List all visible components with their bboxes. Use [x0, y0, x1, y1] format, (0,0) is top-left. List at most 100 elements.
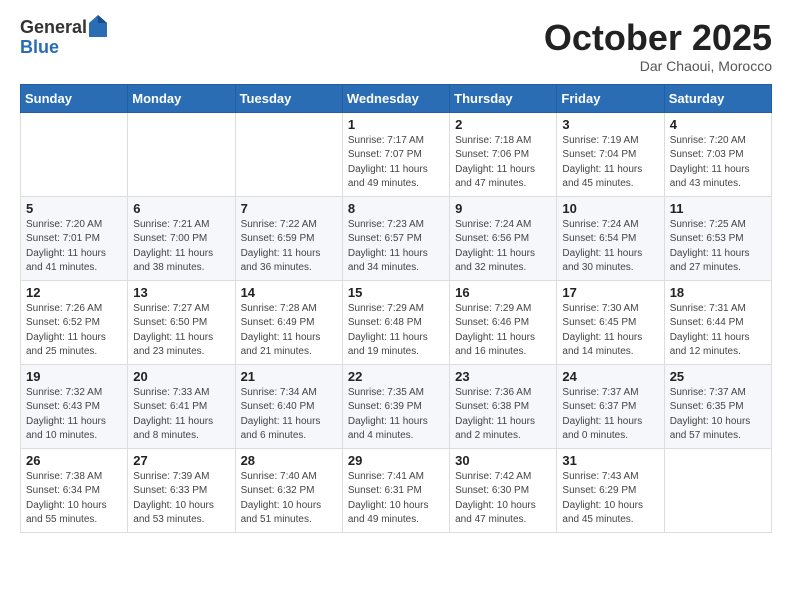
day-info: Sunrise: 7:29 AM Sunset: 6:46 PM Dayligh…	[455, 302, 551, 360]
calendar-cell: 14 Sunrise: 7:28 AM Sunset: 6:49 PM Dayli…	[235, 280, 342, 364]
logo: General Blue	[20, 18, 107, 58]
calendar-cell: 9 Sunrise: 7:24 AM Sunset: 6:56 PM Daylig…	[450, 196, 557, 280]
calendar-week-2: 5Sunrise: 7:20 AM Sunset: 7:01 PM Daylig…	[21, 196, 772, 280]
col-tuesday: Tuesday	[235, 84, 342, 112]
day-info: Sunrise: 7:25 AM Sunset: 6:53 PM Dayligh…	[670, 218, 766, 276]
day-info: Sunrise: 7:43 AM Sunset: 6:29 PM Dayligh…	[562, 470, 658, 528]
day-number: 30	[455, 453, 551, 468]
calendar-cell: 10 Sunrise: 7:24 AM Sunset: 6:54 PM Dayli…	[557, 196, 664, 280]
day-number: 2	[455, 117, 551, 132]
day-number: 9	[455, 201, 551, 216]
calendar-cell	[235, 112, 342, 196]
day-number: 22	[348, 369, 444, 384]
calendar-week-4: 19 Sunrise: 7:32 AM Sunset: 6:43 PM Dayli…	[21, 364, 772, 448]
calendar-cell: 29 Sunrise: 7:41 AM Sunset: 6:31 PM Dayli…	[342, 448, 449, 532]
day-info: Sunrise: 7:33 AM Sunset: 6:41 PM Dayligh…	[133, 386, 229, 444]
calendar-cell: 12Sunrise: 7:26 AM Sunset: 6:52 PM Dayli…	[21, 280, 128, 364]
col-sunday: Sunday	[21, 84, 128, 112]
day-info: Sunrise: 7:39 AM Sunset: 6:33 PM Dayligh…	[133, 470, 229, 528]
day-info: Sunrise: 7:19 AM Sunset: 7:04 PM Dayligh…	[562, 134, 658, 192]
col-wednesday: Wednesday	[342, 84, 449, 112]
calendar-cell: 26 Sunrise: 7:38 AM Sunset: 6:34 PM Dayli…	[21, 448, 128, 532]
day-info: Sunrise: 7:34 AM Sunset: 6:40 PM Dayligh…	[241, 386, 337, 444]
day-info: Sunrise: 7:20 AM Sunset: 7:01 PM Dayligh…	[26, 218, 122, 276]
day-number: 27	[133, 453, 229, 468]
day-number: 4	[670, 117, 766, 132]
day-number: 6	[133, 201, 229, 216]
calendar-cell: 11 Sunrise: 7:25 AM Sunset: 6:53 PM Dayli…	[664, 196, 771, 280]
day-number: 26	[26, 453, 122, 468]
calendar-cell	[21, 112, 128, 196]
day-info: Sunrise: 7:23 AM Sunset: 6:57 PM Dayligh…	[348, 218, 444, 276]
day-info: Sunrise: 7:24 AM Sunset: 6:54 PM Dayligh…	[562, 218, 658, 276]
calendar-cell: 28 Sunrise: 7:40 AM Sunset: 6:32 PM Dayli…	[235, 448, 342, 532]
day-info: Sunrise: 7:32 AM Sunset: 6:43 PM Dayligh…	[26, 386, 122, 444]
day-number: 23	[455, 369, 551, 384]
header: General Blue October 2025 Dar Chaoui, Mo…	[20, 18, 772, 74]
col-saturday: Saturday	[664, 84, 771, 112]
day-info: Sunrise: 7:29 AM Sunset: 6:48 PM Dayligh…	[348, 302, 444, 360]
calendar-header-row: Sunday Monday Tuesday Wednesday Thursday…	[21, 84, 772, 112]
calendar-cell: 6 Sunrise: 7:21 AM Sunset: 7:00 PM Daylig…	[128, 196, 235, 280]
calendar-week-1: 1Sunrise: 7:17 AM Sunset: 7:07 PM Daylig…	[21, 112, 772, 196]
calendar-cell: 25 Sunrise: 7:37 AM Sunset: 6:35 PM Dayli…	[664, 364, 771, 448]
day-info: Sunrise: 7:27 AM Sunset: 6:50 PM Dayligh…	[133, 302, 229, 360]
calendar-cell: 30 Sunrise: 7:42 AM Sunset: 6:30 PM Dayli…	[450, 448, 557, 532]
day-number: 10	[562, 201, 658, 216]
day-number: 21	[241, 369, 337, 384]
day-number: 8	[348, 201, 444, 216]
day-number: 19	[26, 369, 122, 384]
day-number: 18	[670, 285, 766, 300]
day-number: 20	[133, 369, 229, 384]
day-info: Sunrise: 7:28 AM Sunset: 6:49 PM Dayligh…	[241, 302, 337, 360]
calendar-cell: 31Sunrise: 7:43 AM Sunset: 6:29 PM Dayli…	[557, 448, 664, 532]
calendar-cell: 20 Sunrise: 7:33 AM Sunset: 6:41 PM Dayli…	[128, 364, 235, 448]
calendar-week-3: 12Sunrise: 7:26 AM Sunset: 6:52 PM Dayli…	[21, 280, 772, 364]
calendar-cell: 5Sunrise: 7:20 AM Sunset: 7:01 PM Daylig…	[21, 196, 128, 280]
calendar-cell: 23 Sunrise: 7:36 AM Sunset: 6:38 PM Dayli…	[450, 364, 557, 448]
day-info: Sunrise: 7:21 AM Sunset: 7:00 PM Dayligh…	[133, 218, 229, 276]
day-number: 29	[348, 453, 444, 468]
day-info: Sunrise: 7:40 AM Sunset: 6:32 PM Dayligh…	[241, 470, 337, 528]
calendar-cell	[128, 112, 235, 196]
calendar-cell: 7Sunrise: 7:22 AM Sunset: 6:59 PM Daylig…	[235, 196, 342, 280]
day-number: 14	[241, 285, 337, 300]
day-number: 1	[348, 117, 444, 132]
col-friday: Friday	[557, 84, 664, 112]
day-info: Sunrise: 7:36 AM Sunset: 6:38 PM Dayligh…	[455, 386, 551, 444]
col-thursday: Thursday	[450, 84, 557, 112]
calendar-cell: 24Sunrise: 7:37 AM Sunset: 6:37 PM Dayli…	[557, 364, 664, 448]
calendar-cell: 1Sunrise: 7:17 AM Sunset: 7:07 PM Daylig…	[342, 112, 449, 196]
col-monday: Monday	[128, 84, 235, 112]
day-info: Sunrise: 7:37 AM Sunset: 6:37 PM Dayligh…	[562, 386, 658, 444]
calendar-cell: 21 Sunrise: 7:34 AM Sunset: 6:40 PM Dayli…	[235, 364, 342, 448]
day-info: Sunrise: 7:24 AM Sunset: 6:56 PM Dayligh…	[455, 218, 551, 276]
day-number: 3	[562, 117, 658, 132]
logo-general-text: General	[20, 18, 87, 38]
day-number: 11	[670, 201, 766, 216]
day-info: Sunrise: 7:41 AM Sunset: 6:31 PM Dayligh…	[348, 470, 444, 528]
day-number: 25	[670, 369, 766, 384]
day-info: Sunrise: 7:18 AM Sunset: 7:06 PM Dayligh…	[455, 134, 551, 192]
calendar-cell: 2 Sunrise: 7:18 AM Sunset: 7:06 PM Daylig…	[450, 112, 557, 196]
logo-icon	[89, 15, 107, 37]
calendar-cell: 19 Sunrise: 7:32 AM Sunset: 6:43 PM Dayli…	[21, 364, 128, 448]
calendar-cell: 18 Sunrise: 7:31 AM Sunset: 6:44 PM Dayli…	[664, 280, 771, 364]
day-info: Sunrise: 7:35 AM Sunset: 6:39 PM Dayligh…	[348, 386, 444, 444]
day-info: Sunrise: 7:37 AM Sunset: 6:35 PM Dayligh…	[670, 386, 766, 444]
calendar-cell: 15 Sunrise: 7:29 AM Sunset: 6:48 PM Dayli…	[342, 280, 449, 364]
day-info: Sunrise: 7:20 AM Sunset: 7:03 PM Dayligh…	[670, 134, 766, 192]
calendar-cell	[664, 448, 771, 532]
day-number: 15	[348, 285, 444, 300]
day-info: Sunrise: 7:22 AM Sunset: 6:59 PM Dayligh…	[241, 218, 337, 276]
calendar-table: Sunday Monday Tuesday Wednesday Thursday…	[20, 84, 772, 533]
day-info: Sunrise: 7:31 AM Sunset: 6:44 PM Dayligh…	[670, 302, 766, 360]
logo-blue-text: Blue	[20, 37, 59, 57]
calendar-cell: 27 Sunrise: 7:39 AM Sunset: 6:33 PM Dayli…	[128, 448, 235, 532]
calendar-cell: 8 Sunrise: 7:23 AM Sunset: 6:57 PM Daylig…	[342, 196, 449, 280]
calendar-cell: 22 Sunrise: 7:35 AM Sunset: 6:39 PM Dayli…	[342, 364, 449, 448]
location-subtitle: Dar Chaoui, Morocco	[544, 58, 772, 74]
day-info: Sunrise: 7:42 AM Sunset: 6:30 PM Dayligh…	[455, 470, 551, 528]
day-number: 28	[241, 453, 337, 468]
day-info: Sunrise: 7:38 AM Sunset: 6:34 PM Dayligh…	[26, 470, 122, 528]
